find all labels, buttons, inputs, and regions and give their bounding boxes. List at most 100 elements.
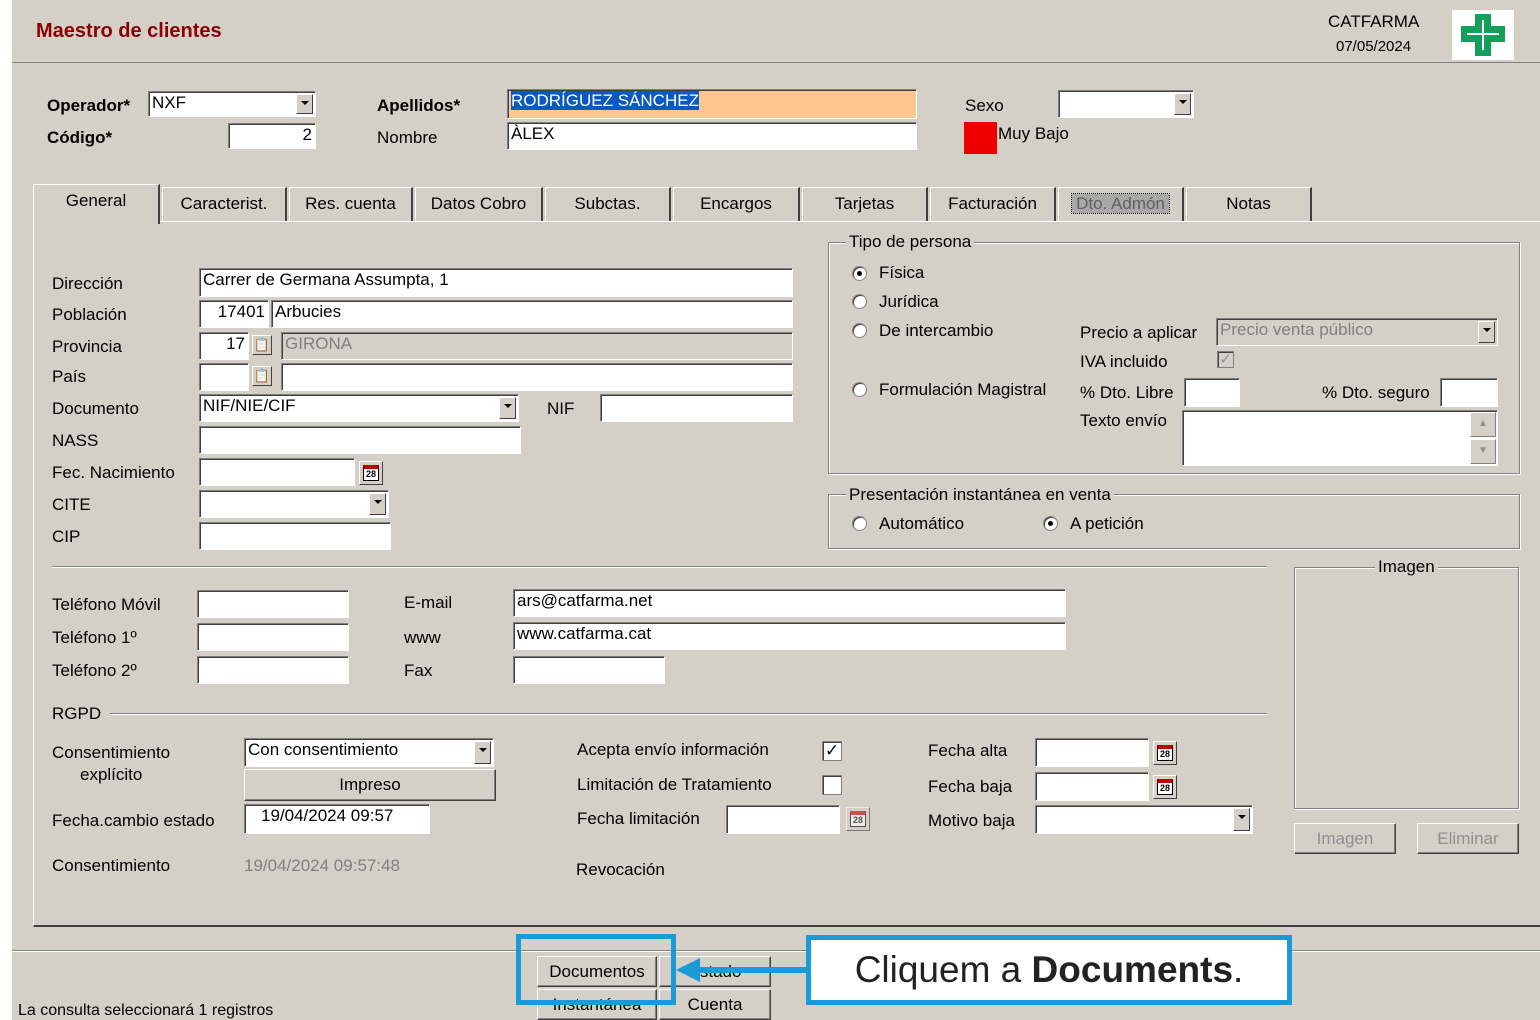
radio-juridica[interactable]	[852, 294, 867, 309]
radio-fisica[interactable]	[852, 266, 867, 281]
motivo-baja-select[interactable]	[1035, 805, 1253, 834]
apellidos-label: Apellidos*	[377, 96, 461, 115]
tab-subctas[interactable]: Subctas.	[545, 187, 671, 221]
chevron-down-icon[interactable]	[474, 741, 491, 764]
pais-code-field[interactable]	[199, 363, 249, 391]
nif-label: NIF	[547, 399, 575, 418]
chevron-down-icon[interactable]	[369, 493, 386, 515]
chevron-down-icon[interactable]	[1478, 321, 1495, 343]
fecha-cambio-label: Fecha.cambio estado	[52, 811, 215, 830]
tab-caracterist[interactable]: Caracterist.	[162, 187, 287, 221]
fec-nacimiento-field[interactable]	[199, 458, 355, 486]
texto-envio-field[interactable]	[1182, 410, 1498, 466]
telefono-movil-field[interactable]	[197, 590, 349, 618]
cite-label: CITE	[52, 495, 91, 514]
tab-notas[interactable]: Notas	[1186, 187, 1312, 221]
limitacion-label: Limitación de Tratamiento	[577, 775, 772, 794]
telefono2-field[interactable]	[197, 656, 349, 684]
nombre-label: Nombre	[377, 128, 438, 147]
tab-facturacion[interactable]: Facturación	[930, 187, 1056, 221]
postal-code-field[interactable]: 17401	[199, 300, 269, 328]
motivo-baja-label: Motivo baja	[928, 811, 1015, 830]
dto-libre-label: % Dto. Libre	[1080, 383, 1174, 402]
tab-general[interactable]: General	[33, 184, 160, 224]
dto-seguro-field[interactable]	[1440, 378, 1498, 407]
scroll-up-icon[interactable]: ▲	[1470, 412, 1496, 437]
precio-select[interactable]: Precio venta público	[1216, 318, 1498, 346]
sexo-select[interactable]	[1058, 90, 1194, 118]
fecha-cambio-field[interactable]: 19/04/2024 09:57	[244, 804, 430, 834]
dto-libre-field[interactable]	[1184, 378, 1240, 407]
calendar-icon[interactable]: 28	[1153, 741, 1177, 765]
www-field[interactable]: www.catfarma.cat	[513, 622, 1066, 650]
chevron-down-icon[interactable]	[1174, 93, 1191, 115]
cite-select[interactable]	[199, 490, 389, 518]
scroll-down-icon[interactable]: ▼	[1470, 439, 1496, 464]
precio-label: Precio a aplicar	[1080, 323, 1198, 342]
nombre-field[interactable]: ÀLEX	[507, 122, 917, 150]
tab-tarjetas[interactable]: Tarjetas	[802, 187, 928, 221]
consentimiento-select[interactable]: Con consentimiento	[244, 738, 494, 767]
formulacion-label: Formulación Magistral	[879, 380, 1047, 399]
fax-label: Fax	[404, 661, 433, 680]
imagen-group	[1294, 567, 1519, 809]
header-bar	[12, 6, 1540, 63]
www-label: www	[404, 628, 441, 647]
imagen-button[interactable]: Imagen	[1294, 823, 1396, 854]
acepta-envio-label: Acepta envío información	[577, 740, 769, 759]
acepta-envio-checkbox[interactable]: ✓	[822, 741, 842, 761]
chevron-down-icon[interactable]	[499, 397, 516, 419]
lookup-book-icon[interactable]: 📋	[252, 335, 272, 355]
tab-res-cuenta[interactable]: Res. cuenta	[289, 187, 413, 221]
risk-color-swatch	[964, 122, 997, 154]
calendar-icon[interactable]: 28	[1153, 775, 1177, 799]
status-text: La consulta seleccionará 1 registros	[18, 1002, 274, 1019]
calendar-icon[interactable]: 28	[359, 461, 383, 485]
fisica-label: Física	[879, 263, 925, 282]
fecha-limitacion-label: Fecha limitación	[577, 809, 700, 828]
chevron-down-icon[interactable]	[296, 94, 313, 114]
limitacion-checkbox[interactable]	[822, 775, 842, 795]
divider	[52, 566, 1267, 568]
direccion-label: Dirección	[52, 274, 123, 293]
codigo-field[interactable]: 2	[228, 123, 316, 149]
tipo-persona-title: Tipo de persona	[846, 232, 975, 252]
radio-formulacion[interactable]	[852, 382, 867, 397]
intercambio-label: De intercambio	[879, 321, 994, 340]
cip-field[interactable]	[199, 522, 391, 550]
consentimiento-label: Consentimiento	[52, 743, 171, 762]
pais-label: País	[52, 367, 87, 386]
fecha-limitacion-field[interactable]	[726, 805, 840, 834]
radio-automatico[interactable]	[852, 516, 867, 531]
chevron-down-icon[interactable]	[1233, 808, 1250, 831]
iva-checkbox[interactable]: ✓	[1217, 351, 1234, 368]
tab-encargos[interactable]: Encargos	[673, 187, 800, 221]
callout-suffix: .	[1233, 949, 1244, 990]
radio-a-peticion[interactable]	[1043, 516, 1058, 531]
poblacion-field[interactable]: Arbucies	[271, 300, 793, 328]
fecha-alta-field[interactable]	[1035, 738, 1149, 767]
tab-datos-cobro[interactable]: Datos Cobro	[415, 187, 543, 221]
fax-field[interactable]	[513, 656, 665, 684]
provincia-code-field[interactable]: 17	[199, 332, 249, 360]
lookup-book-icon[interactable]: 📋	[252, 366, 272, 386]
eliminar-button[interactable]: Eliminar	[1417, 823, 1519, 854]
nass-field[interactable]	[199, 426, 521, 454]
operador-select[interactable]: NXF	[148, 91, 316, 117]
texto-envio-label: Texto envío	[1080, 411, 1167, 430]
pais-field[interactable]	[281, 363, 793, 391]
tab-dto-admon[interactable]: Dto. Admón	[1058, 187, 1184, 221]
apellidos-field[interactable]: RODRÍGUEZ SÁNCHEZ	[507, 89, 917, 119]
telefono-movil-label: Teléfono Móvil	[52, 595, 161, 614]
direccion-field[interactable]: Carrer de Germana Assumpta, 1	[199, 268, 793, 297]
nif-field[interactable]	[600, 394, 793, 422]
telefono1-field[interactable]	[197, 623, 349, 651]
documento-select[interactable]: NIF/NIE/CIF	[199, 394, 519, 422]
impreso-button[interactable]: Impreso	[244, 769, 496, 801]
calendar-icon[interactable]: 28	[846, 807, 870, 831]
email-field[interactable]: ars@catfarma.net	[513, 589, 1066, 617]
page-title: Maestro de clientes	[36, 20, 222, 42]
fec-nacimiento-label: Fec. Nacimiento	[52, 463, 175, 482]
fecha-baja-field[interactable]	[1035, 772, 1149, 801]
radio-intercambio[interactable]	[852, 323, 867, 338]
